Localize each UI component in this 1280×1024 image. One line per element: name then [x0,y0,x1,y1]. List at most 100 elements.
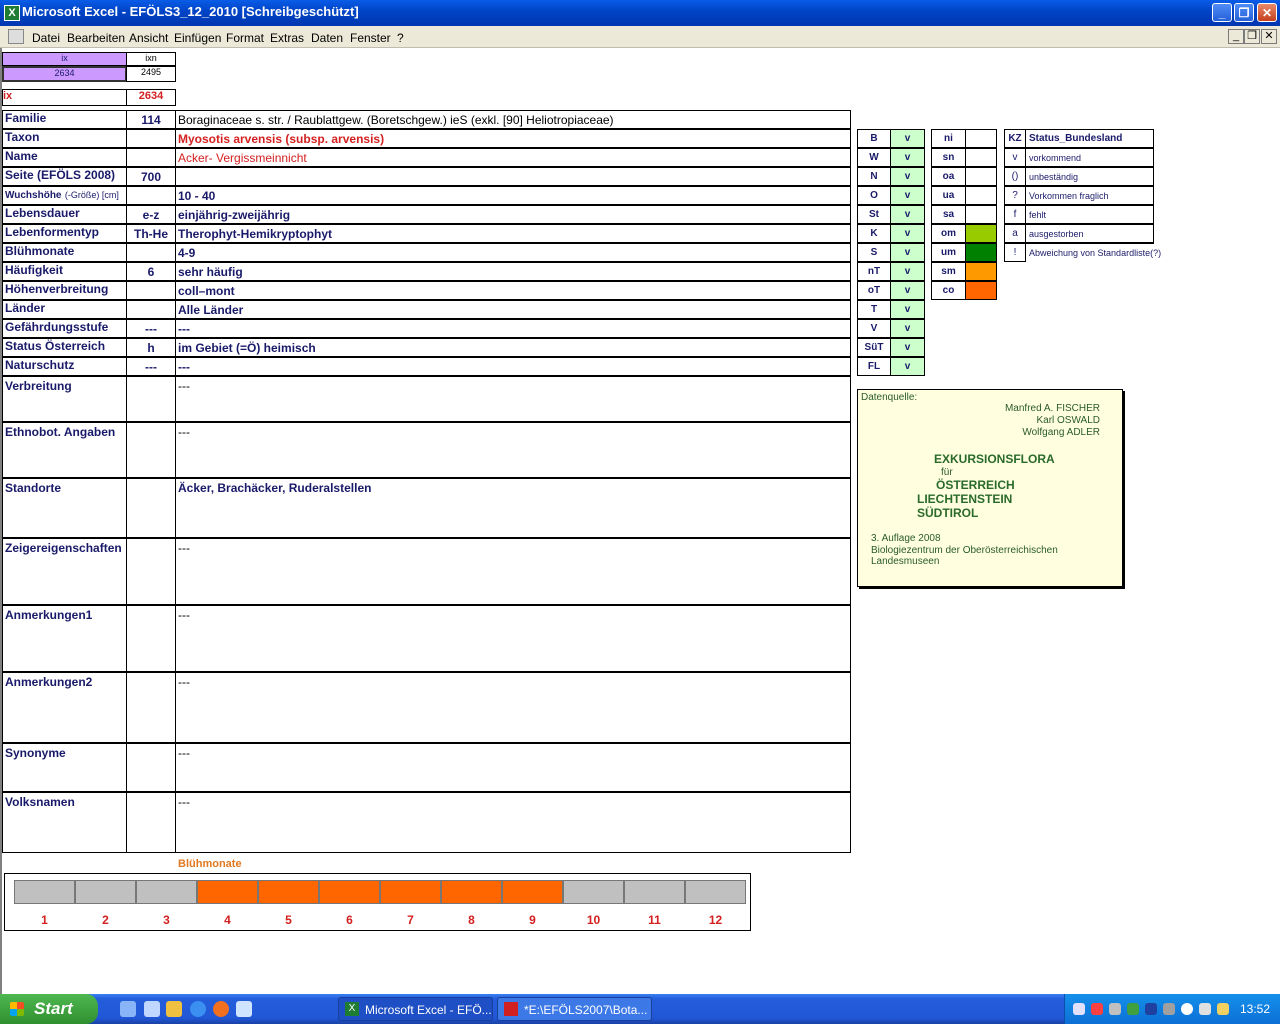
tall-row-label: Volksnamen [2,792,127,853]
row-value[interactable]: Alle Länder [175,300,851,319]
row-code [126,148,176,167]
row-label: Höhenverbreitung [2,281,127,300]
info-icon[interactable] [1181,1003,1193,1015]
quicklaunch-icon-2[interactable] [144,1001,160,1017]
task-excel[interactable]: X Microsoft Excel - EFÖ... [338,997,493,1021]
menu-fenster[interactable]: Fenster [350,31,391,45]
state-value[interactable]: v [890,243,925,262]
tall-row-value[interactable]: Äcker, Brachäcker, Ruderalstellen [175,478,851,538]
row-value[interactable]: Therophyt-Hemikryptophyt [175,224,851,243]
tall-row-code [126,422,176,478]
menu-format[interactable]: Format [226,31,264,45]
network-icon[interactable] [1073,1003,1085,1015]
doc-restore-button[interactable]: ❐ [1244,29,1260,44]
row-value[interactable]: Acker- Vergissmeinnicht [175,148,851,167]
security-icon[interactable] [1091,1003,1103,1015]
clock: 13:52 [1240,1002,1271,1016]
state-key: SüT [857,338,891,357]
row-value[interactable]: im Gebiet (=Ö) heimisch [175,338,851,357]
month-label: 6 [346,913,353,927]
row-value[interactable]: 10 - 40 [175,186,851,205]
menu-bearbeiten[interactable]: Bearbeiten [67,31,125,45]
row-value[interactable]: einjährig-zweijährig [175,205,851,224]
row-value[interactable]: Myosotis arvensis (subsp. arvensis) [175,129,851,148]
state-value[interactable]: v [890,281,925,300]
menu-ansicht[interactable]: Ansicht [129,31,168,45]
tray-icon-8[interactable] [1199,1003,1211,1015]
row-value[interactable] [175,167,851,186]
zone-color [965,205,997,224]
tall-row-value[interactable]: --- [175,376,851,422]
menu-help[interactable]: ? [397,31,404,45]
tall-row-value[interactable]: --- [175,792,851,853]
row-value[interactable]: coll–mont [175,281,851,300]
state-value[interactable]: v [890,148,925,167]
menu-extras[interactable]: Extras [270,31,304,45]
zone-color [965,167,997,186]
row-label: Lebenformentyp [2,224,127,243]
media-player-icon[interactable] [166,1001,182,1017]
tall-row-value[interactable]: --- [175,538,851,605]
shield-icon[interactable] [1145,1003,1157,1015]
state-value[interactable]: v [890,300,925,319]
tray-icon-9[interactable] [1217,1003,1229,1015]
row-value[interactable]: --- [175,357,851,376]
menu-einfuegen[interactable]: Einfügen [174,31,221,45]
tall-row-value[interactable]: --- [175,605,851,672]
row-label: Länder [2,300,127,319]
tall-row-value[interactable]: --- [175,672,851,743]
tray-icon-6[interactable] [1163,1003,1175,1015]
author-3: Wolfgang ADLER [1022,427,1100,438]
menu-daten[interactable]: Daten [311,31,343,45]
row-value[interactable]: Boraginaceae s. str. / Raublattgew. (Bor… [175,110,851,129]
month-bar [136,880,197,904]
state-value[interactable]: v [890,186,925,205]
bloom-chart-title: Blühmonate [178,858,242,870]
legend-text: Vorkommen fraglich [1025,186,1154,205]
quicklaunch-icon-1[interactable] [120,1001,136,1017]
row-label: Status Österreich [2,338,127,357]
tall-row-value[interactable]: --- [175,422,851,478]
row-value[interactable]: sehr häufig [175,262,851,281]
zone-color [965,148,997,167]
doc-minimize-button[interactable]: _ [1228,29,1244,44]
tall-row-code [126,478,176,538]
row-value[interactable]: --- [175,319,851,338]
state-value[interactable]: v [890,357,925,376]
workbook-icon[interactable] [8,29,24,44]
task-excel-label: Microsoft Excel - EFÖ... [365,1003,492,1017]
row-label: Naturschutz [2,357,127,376]
country-3: SÜDTIROL [917,506,979,520]
state-value[interactable]: v [890,262,925,281]
task-explorer[interactable]: *E:\EFÖLS2007\Bota... [497,997,652,1021]
doc-close-button[interactable]: ✕ [1261,29,1277,44]
ix-value-cell[interactable]: 2634 [2,66,127,82]
state-value[interactable]: v [890,224,925,243]
state-value[interactable]: v [890,338,925,357]
firefox-icon[interactable] [213,1001,229,1017]
month-label: 11 [648,913,661,927]
internet-explorer-icon[interactable] [190,1001,206,1017]
month-label: 10 [586,913,601,927]
search-icon[interactable] [1109,1003,1121,1015]
task-explorer-label: *E:\EFÖLS2007\Bota... [524,1003,648,1017]
minimize-button[interactable]: _ [1212,3,1232,22]
start-button[interactable]: Start [0,994,98,1024]
quicklaunch-icon-6[interactable] [236,1001,252,1017]
maximize-button[interactable]: ❐ [1234,3,1254,22]
month-bar [14,880,75,904]
legend-text: vorkommend [1025,148,1154,167]
state-value[interactable]: v [890,205,925,224]
state-value[interactable]: v [890,167,925,186]
row-value[interactable]: 4-9 [175,243,851,262]
state-key: V [857,319,891,338]
tall-row-value[interactable]: --- [175,743,851,792]
data-source-box: Datenquelle: Manfred A. FISCHER Karl OSW… [857,389,1123,587]
state-value[interactable]: v [890,129,925,148]
close-button[interactable]: ✕ [1257,3,1277,22]
zone-key: ni [931,129,966,148]
tray-icon-4[interactable] [1127,1003,1139,1015]
menu-datei[interactable]: Datei [32,31,60,45]
state-value[interactable]: v [890,319,925,338]
zone-color [965,281,997,300]
